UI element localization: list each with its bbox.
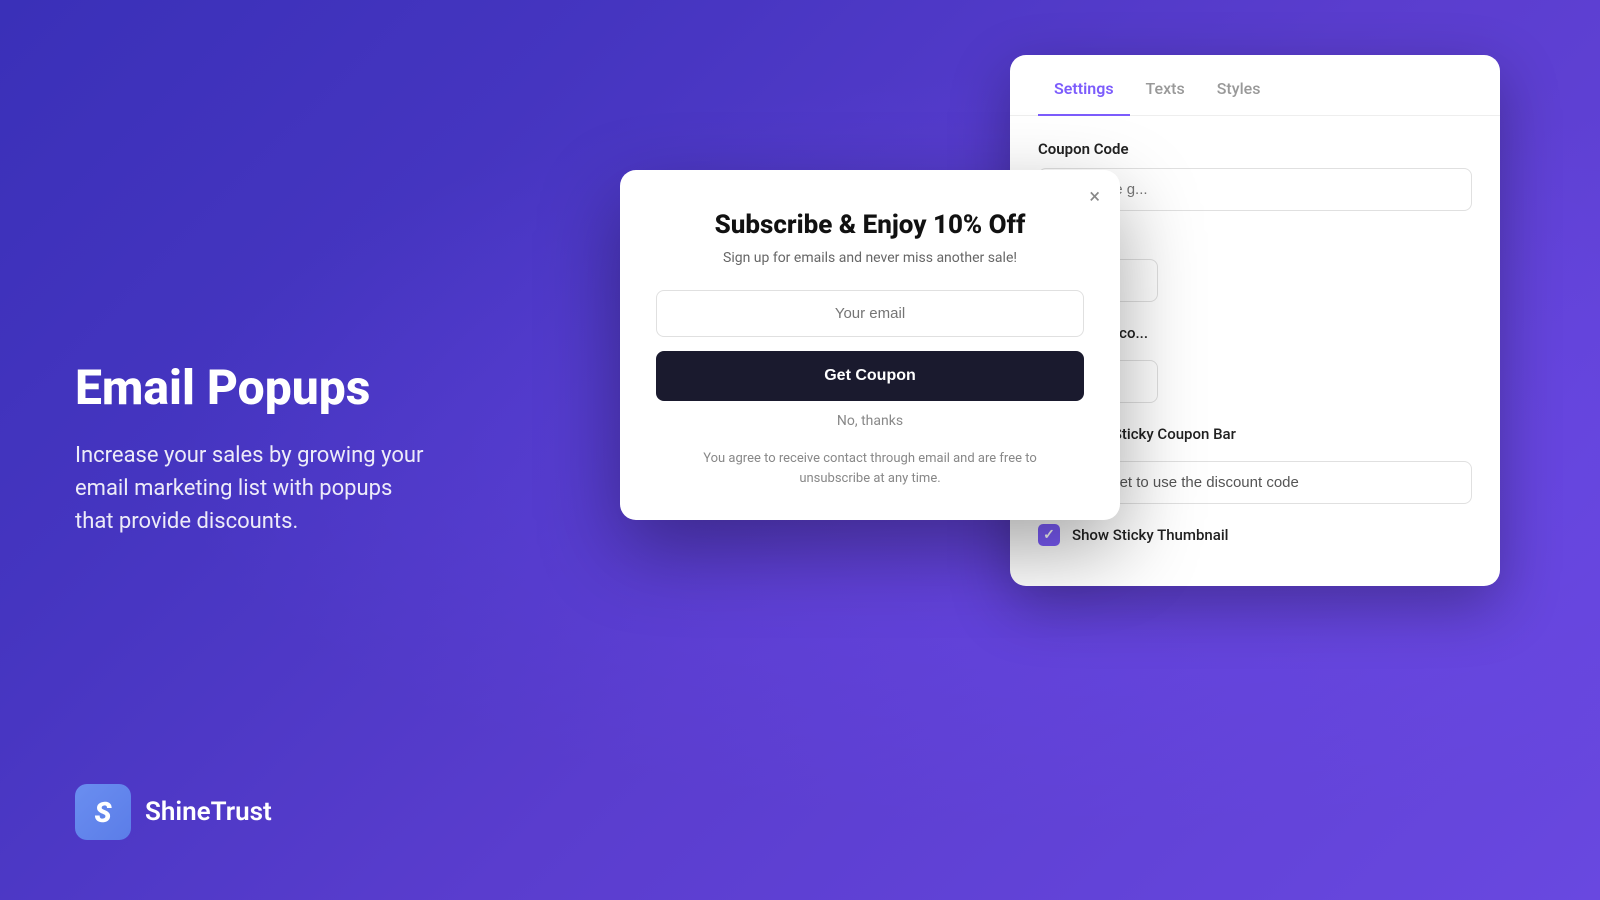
popup-title: Subscribe & Enjoy 10% Off — [656, 210, 1084, 240]
close-icon[interactable]: × — [1089, 186, 1100, 206]
tab-texts[interactable]: Texts — [1130, 55, 1201, 116]
tab-settings[interactable]: Settings — [1038, 55, 1130, 116]
no-thanks-link[interactable]: No, thanks — [656, 413, 1084, 429]
popup-subtitle: Sign up for emails and never miss anothe… — [656, 250, 1084, 266]
logo-icon: S — [75, 784, 131, 840]
coupon-code-label: Coupon Code — [1038, 140, 1472, 158]
show-sticky-thumbnail-row: ✓ Show Sticky Thumbnail — [1038, 524, 1472, 546]
page-description: Increase your sales by growing your emai… — [75, 439, 423, 538]
tabs-bar: Settings Texts Styles — [1010, 55, 1500, 116]
checkmark-icon-3: ✓ — [1043, 527, 1055, 543]
left-panel: Email Popups Increase your sales by grow… — [75, 362, 423, 538]
show-sticky-thumbnail-label: Show Sticky Thumbnail — [1072, 526, 1228, 544]
get-coupon-button[interactable]: Get Coupon — [656, 351, 1084, 401]
logo-letter: S — [94, 796, 111, 829]
show-sticky-thumbnail-checkbox[interactable]: ✓ — [1038, 524, 1060, 546]
popup-disclaimer: You agree to receive contact through ema… — [656, 449, 1084, 488]
page-title: Email Popups — [75, 362, 423, 415]
brand-name: ShineTrust — [145, 797, 272, 827]
popup-email-input[interactable] — [656, 290, 1084, 337]
popup-card: × Subscribe & Enjoy 10% Off Sign up for … — [620, 170, 1120, 520]
brand-logo: S ShineTrust — [75, 784, 272, 840]
tab-styles[interactable]: Styles — [1201, 55, 1277, 116]
